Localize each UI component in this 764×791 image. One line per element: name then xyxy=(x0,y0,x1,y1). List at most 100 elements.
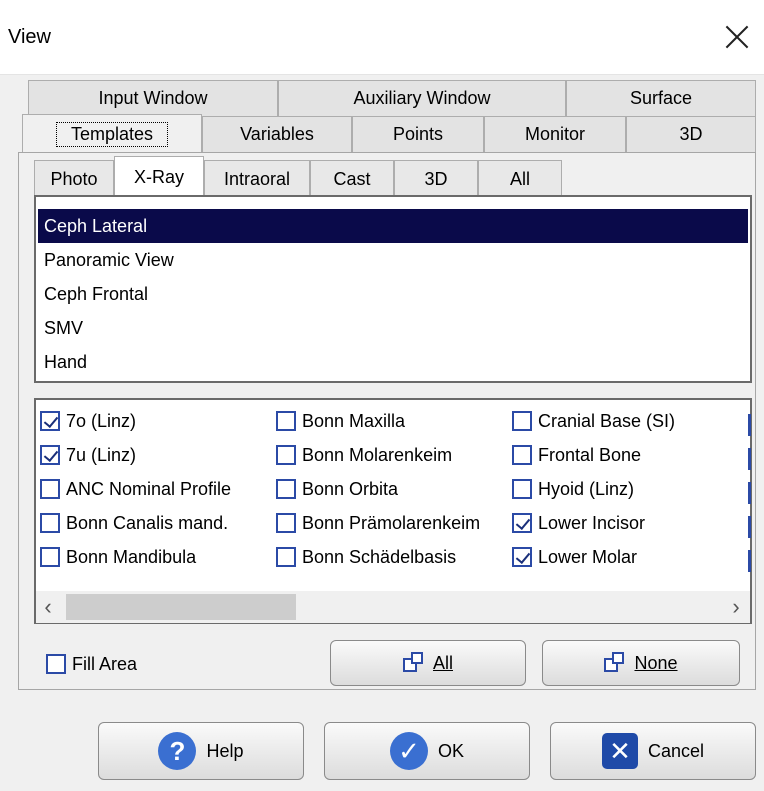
checkbox-label: 7u (Linz) xyxy=(66,444,137,465)
help-label: Help xyxy=(206,740,244,761)
select-none-button[interactable]: None xyxy=(542,640,740,686)
checkbox-7u-linz[interactable]: 7u (Linz) xyxy=(40,440,136,470)
checkbox-box[interactable] xyxy=(276,479,296,499)
select-none-icon xyxy=(604,652,626,674)
tab-auxiliary-window[interactable]: Auxiliary Window xyxy=(278,80,566,116)
checkbox-box[interactable] xyxy=(276,513,296,533)
close-icon[interactable] xyxy=(722,22,752,52)
checkbox-box[interactable] xyxy=(276,445,296,465)
tab-variables[interactable]: Variables xyxy=(202,116,352,152)
tab-label: Monitor xyxy=(524,124,586,144)
checkbox-lower-incisor[interactable]: Lower Incisor xyxy=(512,508,645,538)
checkbox-anc-nominal-profile[interactable]: ANC Nominal Profile xyxy=(40,474,231,504)
checkbox-label: Lower Incisor xyxy=(538,512,646,533)
list-item-label: Panoramic View xyxy=(44,249,174,270)
checkbox-label: Bonn Schädelbasis xyxy=(302,546,457,567)
subtab-x-ray[interactable]: X-Ray xyxy=(114,156,204,198)
checkbox-label: Bonn Molarenkeim xyxy=(302,444,453,465)
checkbox-label: ANC Nominal Profile xyxy=(66,478,232,499)
checkbox-bonn-schaedelbasis[interactable]: Bonn Schädelbasis xyxy=(276,542,456,572)
checkbox-box[interactable] xyxy=(512,411,532,431)
tab-templates[interactable]: Templates xyxy=(22,114,202,154)
checkbox-label: Bonn Prämolarenkeim xyxy=(302,512,481,533)
tab-input-window[interactable]: Input Window xyxy=(28,80,278,116)
tab-3d[interactable]: 3D xyxy=(626,116,756,152)
subtab-all[interactable]: All xyxy=(478,160,562,198)
subtab-3d[interactable]: 3D xyxy=(394,160,478,198)
checkbox-label: Bonn Maxilla xyxy=(302,410,406,431)
cancel-button[interactable]: ✕ Cancel xyxy=(550,722,756,780)
tab-label: Surface xyxy=(629,88,693,108)
fill-area-label: Fill Area xyxy=(72,653,138,674)
list-item-label: SMV xyxy=(44,317,84,338)
checkbox-hyoid-linz[interactable]: Hyoid (Linz) xyxy=(512,474,634,504)
chevron-left-icon[interactable]: ‹ xyxy=(38,594,58,619)
checkbox-box[interactable] xyxy=(276,547,296,567)
help-button[interactable]: ? Help xyxy=(98,722,304,780)
list-item[interactable]: SMV xyxy=(38,311,748,345)
tab-label: Templates xyxy=(55,122,169,147)
fill-area-checkbox[interactable]: Fill Area xyxy=(46,649,137,679)
checkbox-box[interactable] xyxy=(40,479,60,499)
tab-surface[interactable]: Surface xyxy=(566,80,756,116)
checkmark-icon: ✓ xyxy=(389,732,428,770)
checkbox-box[interactable] xyxy=(512,547,532,567)
list-item-label: Ceph Frontal xyxy=(44,283,149,304)
ok-button[interactable]: ✓ OK xyxy=(324,722,530,780)
subtab-cast[interactable]: Cast xyxy=(310,160,394,198)
checkbox-box[interactable] xyxy=(512,513,532,533)
checkbox-frontal-bone[interactable]: Frontal Bone xyxy=(512,440,641,470)
tab-label: Auxiliary Window xyxy=(353,88,491,108)
window-title: View xyxy=(8,26,51,48)
checkbox-label: 7o (Linz) xyxy=(66,410,137,431)
checkbox-lower-molar[interactable]: Lower Molar xyxy=(512,542,637,572)
list-item[interactable]: Panoramic View xyxy=(38,243,748,277)
subtab-intraoral[interactable]: Intraoral xyxy=(204,160,310,198)
list-item-label: Hand xyxy=(44,351,88,372)
checkbox-bonn-orbita[interactable]: Bonn Orbita xyxy=(276,474,398,504)
select-all-button[interactable]: All xyxy=(330,640,526,686)
checkbox-bonn-mandibula[interactable]: Bonn Mandibula xyxy=(40,542,196,572)
checkbox-bonn-praemolarenkeim[interactable]: Bonn Prämolarenkeim xyxy=(276,508,512,538)
checkbox-box[interactable] xyxy=(40,411,60,431)
horizontal-scrollbar[interactable]: ‹ › xyxy=(36,591,750,623)
subtab-label: X-Ray xyxy=(133,167,184,187)
checkbox-label: Cranial Base (SI) xyxy=(538,410,676,431)
checkbox-bonn-maxilla[interactable]: Bonn Maxilla xyxy=(276,406,405,436)
title-bar: View xyxy=(0,0,764,74)
checkbox-box[interactable] xyxy=(46,654,66,674)
subtab-label: 3D xyxy=(424,169,448,189)
select-all-icon xyxy=(402,652,425,674)
tab-label: Points xyxy=(392,124,444,144)
checkbox-box[interactable] xyxy=(40,445,60,465)
subtab-label: All xyxy=(509,169,530,189)
list-item[interactable]: Hand xyxy=(38,345,748,379)
template-listbox[interactable]: Ceph Lateral Panoramic View Ceph Frontal… xyxy=(34,195,752,383)
select-all-label: All xyxy=(432,652,453,673)
subtab-label: Intraoral xyxy=(223,169,291,189)
tab-points[interactable]: Points xyxy=(352,116,484,152)
checkbox-label: Frontal Bone xyxy=(538,444,642,465)
checkbox-box[interactable] xyxy=(512,479,532,499)
list-item-label: Ceph Lateral xyxy=(44,215,148,236)
tab-label: 3D xyxy=(679,124,703,144)
checkbox-box[interactable] xyxy=(276,411,296,431)
checkbox-box[interactable] xyxy=(40,513,60,533)
list-item[interactable]: Ceph Lateral xyxy=(38,209,748,243)
checkbox-box[interactable] xyxy=(512,445,532,465)
checkbox-box[interactable] xyxy=(40,547,60,567)
checkbox-label: Bonn Orbita xyxy=(302,478,399,499)
checkbox-cranial-base-si[interactable]: Cranial Base (SI) xyxy=(512,406,675,436)
checkbox-bonn-molarenkeim[interactable]: Bonn Molarenkeim xyxy=(276,440,452,470)
checkbox-label: Lower Molar xyxy=(538,546,638,567)
checkbox-label: Hyoid (Linz) xyxy=(538,478,635,499)
checkbox-bonn-canalis-mand[interactable]: Bonn Canalis mand. xyxy=(40,508,228,538)
subtab-photo[interactable]: Photo xyxy=(34,160,114,198)
chevron-right-icon[interactable]: › xyxy=(726,594,746,619)
next-column-edge xyxy=(748,408,751,572)
tab-monitor[interactable]: Monitor xyxy=(484,116,626,152)
scrollbar-thumb[interactable] xyxy=(66,594,296,620)
list-item[interactable]: Ceph Frontal xyxy=(38,277,748,311)
checkbox-7o-linz[interactable]: 7o (Linz) xyxy=(40,406,136,436)
checkbox-label: Bonn Canalis mand. xyxy=(66,512,229,533)
